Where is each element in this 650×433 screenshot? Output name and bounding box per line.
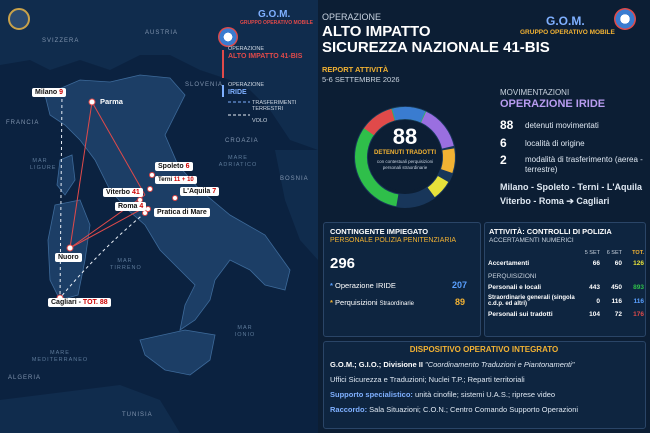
donut-label: DETENUTI TRADOTTI — [374, 150, 436, 156]
city-milano: Milano 9 — [32, 88, 67, 97]
city-terni: Terni 11 + 10 — [155, 176, 197, 184]
contingente-val-2: 89 — [455, 297, 466, 307]
country-label: FRANCIA — [6, 120, 40, 126]
mov-stat-3: 2 — [500, 153, 507, 167]
sea-label: MAR LIGURE — [30, 158, 57, 171]
legend-op-label-1: OPERAZIONE — [228, 46, 265, 52]
map-logo-sub: GRUPPO OPERATIVO MOBILE — [240, 20, 313, 26]
country-label: AUSTRIA — [145, 30, 179, 36]
country-label: TUNISIA — [122, 412, 153, 418]
mov-label-2: località di origine — [525, 139, 585, 148]
attivita-table: 5 SET 6 SET TOT. Accertamenti 66 60 126 PERQU… — [486, 248, 646, 320]
country-label: ALGERIA — [8, 375, 42, 381]
report-label: REPORT ATTIVITÀ — [322, 65, 389, 74]
city-nuoro: Nuoro — [55, 253, 82, 262]
mov-route-1: Milano - Spoleto - Terni - L'Aquila — [500, 182, 642, 192]
contingente-val-1: 207 — [452, 280, 468, 290]
city-spoleto: Spoleto 6 — [155, 162, 193, 171]
header-small: OPERAZIONE — [322, 12, 382, 22]
title-line-1: ALTO IMPATTO — [322, 23, 431, 40]
sea-label: MAR TIRRENO — [110, 258, 142, 271]
table-row: Personali sui tradotti 104 72 176 — [488, 311, 644, 318]
contingente-sub: PERSONALE POLIZIA PENITENZIARIA — [330, 237, 457, 244]
dispositivo-line-2: Uffici Sicurezza e Traduzioni; Nuclei T.… — [330, 375, 525, 384]
country-label: SVIZZERA — [42, 38, 80, 44]
map-panel: G.O.M. GRUPPO OPERATIVO MOBILE SVIZZERA … — [0, 0, 318, 433]
legend-item-2: VOLO — [252, 118, 268, 124]
legend-op-1: ALTO IMPATTO 41-BIS — [228, 53, 303, 60]
country-label: SLOVENIA — [185, 82, 224, 88]
dispositivo-panel — [323, 341, 646, 429]
contingente-row-1: * Operazione IRIDE — [330, 281, 396, 290]
dispositivo-line-3: Supporto specialistico: unità cinofile; … — [330, 390, 556, 399]
country-label: CROAZIA — [225, 138, 259, 144]
mov-label-3: modalità di trasferimento (aerea - terre… — [525, 155, 643, 174]
donut-chart — [354, 106, 456, 208]
table-row: Accertamenti 66 60 126 — [488, 260, 644, 267]
mov-heading: MOVIMENTAZIONI — [500, 88, 570, 97]
country-label: BOSNIA — [280, 176, 309, 182]
city-parma: Parma — [100, 97, 123, 106]
table-row: Personali e locali 443 450 893 — [488, 284, 644, 291]
contingente-heading: CONTINGENTE IMPIEGATO — [330, 227, 429, 236]
city-pratica: Pratica di Mare — [154, 208, 210, 217]
table-header: 5 SET 6 SET TOT. — [584, 250, 644, 256]
dispositivo-line-4: Raccordo: Sala Situazioni; C.O.N.; Centr… — [330, 405, 579, 414]
page-title: ALTO IMPATTO SICUREZZA NAZIONALE 41-BIS — [322, 24, 550, 56]
city-laquila: L'Aquila 7 — [180, 187, 220, 196]
legend-op-2: IRIDE — [228, 89, 247, 96]
sea-label: MAR IONIO — [234, 325, 256, 338]
gom-title: G.O.M. — [546, 14, 585, 28]
map-logo: G.O.M. — [258, 9, 291, 20]
mov-route-2: Viterbo - Roma ➔ Cagliari — [500, 196, 610, 206]
city-cagliari: Cagliari - TOT. 88 — [48, 298, 111, 307]
map-legend: OPERAZIONE ALTO IMPATTO 41-BIS OPERAZION… — [228, 46, 312, 124]
report-date: 5-6 SETTEMBRE 2026 — [322, 75, 400, 84]
table-row: Straordinarie generali (singola c.d.p. e… — [488, 295, 644, 307]
city-roma: Roma 4 — [115, 202, 147, 211]
city-viterbo: Viterbo 41 — [103, 188, 143, 197]
dispositivo-line-1: G.O.M.; G.I.O.; Divisione II "Coordiname… — [330, 360, 575, 369]
title-line-2: SICUREZZA NAZIONALE 41-BIS — [322, 39, 550, 56]
legend-op-label-2: OPERAZIONE — [228, 82, 265, 88]
attivita-heading: ATTIVITÀ: CONTROLLI DI POLIZIA — [489, 227, 612, 236]
legend-item-1: TRASFERIMENTI TERRESTRI — [252, 100, 297, 112]
mov-label-1: detenuti movimentati — [525, 121, 599, 130]
dispositivo-heading: DISPOSITIVO OPERATIVO INTEGRATO — [409, 345, 559, 354]
gom-badge-icon — [614, 8, 636, 30]
donut-sublabel: con contestuali perquisizioni personali … — [376, 159, 434, 170]
donut-value: 88 — [392, 124, 418, 149]
gom-subtitle: GRUPPO OPERATIVO MOBILE — [520, 29, 615, 36]
contingente-row-2: * Perquisizioni Straordinarie — [330, 298, 414, 307]
sea-label: MARE MEDITERRANEO — [31, 350, 89, 363]
emblem-icon — [8, 8, 30, 30]
mov-stat-2: 6 — [500, 136, 507, 150]
gom-logo-icon — [218, 27, 238, 47]
mov-stat-1: 88 — [500, 118, 514, 132]
mov-title: OPERAZIONE IRIDE — [500, 98, 606, 110]
attivita-sub: ACCERTAMENTI NUMERICI — [489, 237, 574, 244]
table-row: PERQUISIZIONI — [488, 273, 537, 280]
contingente-total: 296 — [330, 255, 356, 272]
sea-label: MARE ADRIATICO — [218, 155, 258, 168]
